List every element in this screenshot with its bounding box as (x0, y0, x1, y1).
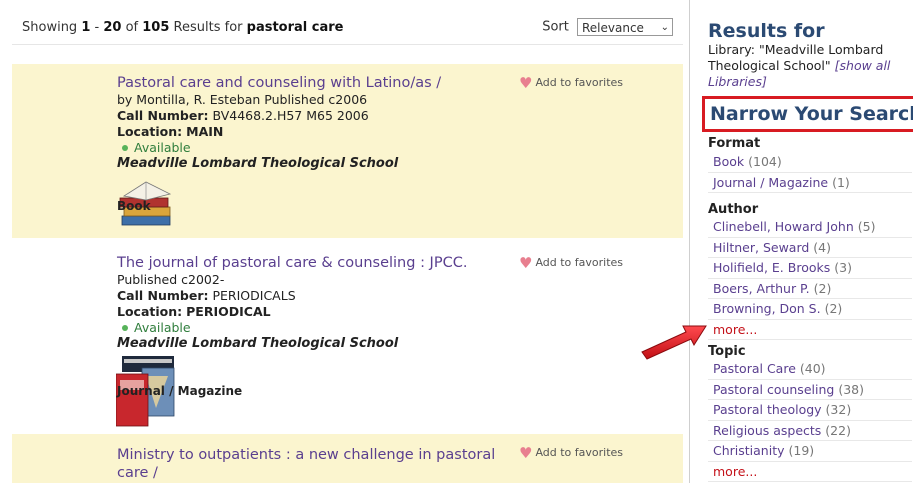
results-summary: Showing 1 - 20 of 105 Results for pastor… (22, 20, 344, 35)
record-call-number: Call Number: PERIODICALS (117, 288, 296, 303)
record-title-link[interactable]: Pastoral care and counseling with Latino… (117, 74, 517, 92)
chevron-down-icon: ⌄ (660, 22, 669, 33)
record-library: Meadville Lombard Theological School (117, 336, 399, 351)
library-filter: Library: "Meadville Lombard Theological … (708, 42, 891, 89)
record-title-link[interactable]: The journal of pastoral care & counselin… (117, 254, 517, 272)
record-byline: Published c2002- (117, 272, 225, 287)
facet-item[interactable]: Hiltner, Seward (4) (708, 238, 912, 258)
record-byline: by Montilla, R. Esteban Published c2006 (117, 92, 368, 107)
facet-item[interactable]: Religious aspects (22) (708, 421, 912, 441)
sort-select[interactable]: Relevance ⌄ (577, 18, 673, 36)
results-bar: Showing 1 - 20 of 105 Results for pastor… (12, 6, 683, 45)
column-divider (689, 0, 690, 483)
sidebar-results-title: Results for (708, 20, 825, 42)
facet-list-format: Book (104) Journal / Magazine (1) (708, 152, 912, 193)
record-call-number: Call Number: BV4468.2.H57 M65 2006 (117, 108, 369, 123)
facet-list-topic: Pastoral Care (40) Pastoral counseling (… (708, 359, 912, 482)
facet-item[interactable]: Pastoral theology (32) (708, 400, 912, 421)
availability-status: Available (117, 320, 517, 336)
sidebar: Results for Library: "Meadville Lombard … (702, 0, 913, 483)
topic-more-link[interactable]: more... (708, 462, 912, 482)
result-record: Pastoral care and counseling with Latino… (12, 64, 683, 238)
availability-status: Available (117, 140, 517, 156)
facet-item[interactable]: Clinebell, Howard John (5) (708, 217, 912, 238)
narrow-search-highlight: Narrow Your Search (702, 96, 913, 132)
facet-item[interactable]: Christianity (19) (708, 441, 912, 462)
record-location: Location: MAIN (117, 124, 224, 139)
available-dot-icon (122, 145, 128, 151)
annotation-arrow-icon (641, 325, 707, 360)
facet-item[interactable]: Browning, Don S. (2) (708, 299, 912, 320)
facet-list-author: Clinebell, Howard John (5) Hiltner, Sewa… (708, 217, 912, 340)
facet-item[interactable]: Journal / Magazine (1) (708, 173, 912, 193)
available-dot-icon (122, 325, 128, 331)
facet-item[interactable]: Pastoral Care (40) (708, 359, 912, 380)
record-format: Book (117, 199, 151, 213)
result-record: Ministry to outpatients : a new challeng… (12, 434, 683, 483)
facet-heading-format: Format (708, 136, 761, 151)
add-to-favorites-link[interactable]: ♥ Add to favorites (519, 74, 623, 92)
facet-heading-topic: Topic (708, 344, 746, 359)
sort-control: Sort Relevance ⌄ (542, 18, 673, 36)
result-record: The journal of pastoral care & counselin… (12, 244, 683, 434)
record-format: Journal / Magazine (117, 384, 243, 398)
record-title-link[interactable]: Ministry to outpatients : a new challeng… (117, 446, 517, 482)
facet-heading-author: Author (708, 202, 759, 217)
results-column: Showing 1 - 20 of 105 Results for pastor… (12, 6, 683, 483)
heart-icon: ♥ (519, 254, 533, 272)
record-library: Meadville Lombard Theological School (117, 156, 399, 171)
facet-item[interactable]: Holifield, E. Brooks (3) (708, 258, 912, 279)
add-to-favorites-link[interactable]: ♥ Add to favorites (519, 444, 623, 462)
heart-icon: ♥ (519, 74, 533, 92)
facet-item[interactable]: Book (104) (708, 152, 912, 173)
narrow-search-title: Narrow Your Search (710, 103, 913, 125)
search-query: pastoral care (246, 20, 344, 35)
facet-item[interactable]: Pastoral counseling (38) (708, 380, 912, 400)
author-more-link[interactable]: more... (708, 320, 912, 340)
record-location: Location: PERIODICAL (117, 304, 271, 319)
add-to-favorites-link[interactable]: ♥ Add to favorites (519, 254, 623, 272)
facet-item[interactable]: Boers, Arthur P. (2) (708, 279, 912, 299)
heart-icon: ♥ (519, 444, 533, 462)
sort-label: Sort (542, 19, 569, 35)
